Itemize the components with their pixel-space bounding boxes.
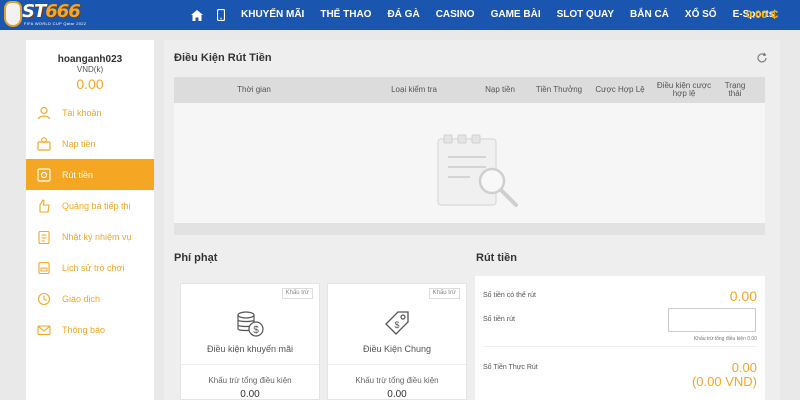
sidebar-item-label: Quảng bá tiếp thị — [62, 200, 131, 211]
home-icon[interactable] — [185, 0, 209, 30]
column-header: Điều kiện cược hợp lệ — [656, 81, 712, 98]
sidebar-item-tai-khoan[interactable]: Tài khoản — [26, 97, 154, 128]
column-header: Thời gian — [237, 85, 271, 94]
nav-slot-quay[interactable]: SLOT QUAY — [549, 0, 622, 30]
actual-vnd-value: (0.00 VND) — [691, 374, 757, 389]
card-value: 0.00 — [240, 389, 260, 400]
refresh-icon[interactable] — [756, 52, 768, 64]
logo-subtitle: FIFA WORLD CUP Qatar 2022 — [24, 21, 87, 26]
withdraw-amount-input[interactable] — [668, 308, 756, 332]
sidebar-item-nap-tien[interactable]: Nạp tiền — [26, 128, 154, 159]
nav-da-ga[interactable]: ĐÁ GÀ — [379, 0, 427, 30]
card-divider — [181, 364, 319, 365]
column-header: Cược Hợp Lệ — [595, 85, 645, 94]
user-icon — [36, 105, 52, 121]
history-icon — [36, 260, 52, 276]
empty-data-icon — [437, 134, 518, 207]
nav-ban-ca[interactable]: BẮN CÁ — [622, 0, 677, 30]
sidebar-item-giao-dich[interactable]: Giao dịch — [26, 283, 154, 314]
sidebar-balance: 0.00 — [76, 76, 104, 92]
card-title: Điều kiện khuyến mãi — [206, 344, 294, 354]
conditions-title: Điều Kiện Rút Tiền — [174, 52, 272, 64]
currency-label: VND(k) — [76, 65, 104, 74]
sidebar-item-label: Tài khoản — [62, 107, 102, 118]
sidebar-item-label: Rút tiền — [62, 169, 94, 180]
svg-text:$: $ — [394, 320, 399, 330]
card-title: Điều Kiện Chung — [362, 344, 432, 354]
main-panel: Điều Kiện Rút Tiền Thời gian Loại kiểm t… — [164, 40, 780, 400]
sidebar-item-lich-su[interactable]: Lịch sử trò chơi — [26, 252, 154, 283]
deduct-tag: Khấu trừ — [281, 288, 313, 299]
actual-label: Số Tiền Thực Rút — [483, 364, 538, 371]
sidebar-item-label: Nạp tiền — [62, 138, 96, 149]
withdraw-panel: Số tiền có thể rút 0.00 Số tiền rút Khấu… — [475, 276, 765, 400]
sidebar-item-rut-tien[interactable]: Rút tiền — [26, 159, 154, 190]
task-icon — [36, 229, 52, 245]
header-balance[interactable]: 0.00 ₵ — [746, 0, 778, 30]
username: hoanganh023 — [57, 54, 123, 65]
card-subtitle: Khấu trừ tổng điều kiện — [355, 376, 439, 385]
deposit-icon — [36, 136, 52, 152]
mail-icon — [36, 322, 52, 338]
conditions-table-scrollbar[interactable] — [174, 223, 765, 235]
conditions-table-body — [174, 103, 765, 223]
nav-casino[interactable]: CASINO — [428, 0, 483, 30]
card-subtitle: Khấu trừ tổng điều kiện — [208, 376, 292, 385]
available-label: Số tiền có thể rút — [483, 292, 536, 299]
promo-icon — [36, 198, 52, 214]
nav-game-bai[interactable]: GAME BÀI — [483, 0, 549, 30]
conditions-table-header: Thời gian Loại kiểm tra Nạp tiền Tiền Th… — [174, 77, 765, 103]
card-divider — [328, 364, 466, 365]
penalty-title: Phí phạt — [174, 252, 218, 264]
withdraw-divider — [483, 346, 757, 347]
column-header: Tiền Thưởng — [535, 85, 583, 94]
card-value: 0.00 — [387, 389, 407, 400]
nav-the-thao[interactable]: THỂ THAO — [312, 0, 379, 30]
main-nav: KHUYẾN MÃI THỂ THAO ĐÁ GÀ CASINO GAME BÀ… — [185, 0, 782, 30]
logo-text: ST666 — [22, 1, 81, 22]
withdraw-title: Rút tiền — [476, 252, 517, 264]
amount-label: Số tiền rút — [483, 316, 515, 323]
sidebar-item-label: Giao dịch — [62, 293, 101, 304]
withdraw-icon — [36, 167, 52, 183]
sidebar-item-thong-bao[interactable]: Thông báo — [26, 314, 154, 345]
mobile-icon[interactable] — [209, 0, 233, 30]
svg-text:$: $ — [253, 325, 259, 336]
column-header: Trạng thái — [724, 81, 746, 98]
column-header: Nạp tiền — [485, 85, 515, 94]
price-tag-icon: $ — [382, 308, 412, 338]
available-value: 0.00 — [729, 288, 757, 304]
sidebar-item-label: Nhật ký nhiệm vụ — [62, 231, 132, 242]
penalty-card-general: Khấu trừ $ Điều Kiện Chung Khấu trừ tổng… — [327, 283, 467, 400]
nav-khuyen-mai[interactable]: KHUYẾN MÃI — [233, 0, 312, 30]
sidebar-item-label: Lịch sử trò chơi — [62, 262, 125, 273]
sidebar-item-quang-ba[interactable]: Quảng bá tiếp thị — [26, 190, 154, 221]
deduct-note: Khấu trừ tổng điều kiện 0.00 — [693, 336, 757, 342]
column-header: Loại kiểm tra — [391, 85, 437, 94]
coins-icon: $ — [235, 308, 265, 338]
top-nav-bar: ST666 FIFA WORLD CUP Qatar 2022 KHUYẾN M… — [0, 0, 800, 30]
world-cup-badge-icon — [4, 1, 22, 27]
account-sidebar: hoanganh023 VND(k) 0.00 Tài khoản Nạp ti… — [26, 40, 154, 400]
logo[interactable]: ST666 FIFA WORLD CUP Qatar 2022 — [2, 0, 122, 30]
actual-value: 0.00 — [731, 360, 757, 375]
nav-xo-so[interactable]: XỔ SỐ — [677, 0, 725, 30]
sidebar-item-label: Thông báo — [62, 324, 106, 335]
sidebar-item-nhat-ky[interactable]: Nhật ký nhiệm vụ — [26, 221, 154, 252]
transaction-icon — [36, 291, 52, 307]
penalty-card-promo: Khấu trừ $ Điều kiện khuyến mãi Khấu trừ… — [180, 283, 320, 400]
deduct-tag: Khấu trừ — [428, 288, 460, 299]
